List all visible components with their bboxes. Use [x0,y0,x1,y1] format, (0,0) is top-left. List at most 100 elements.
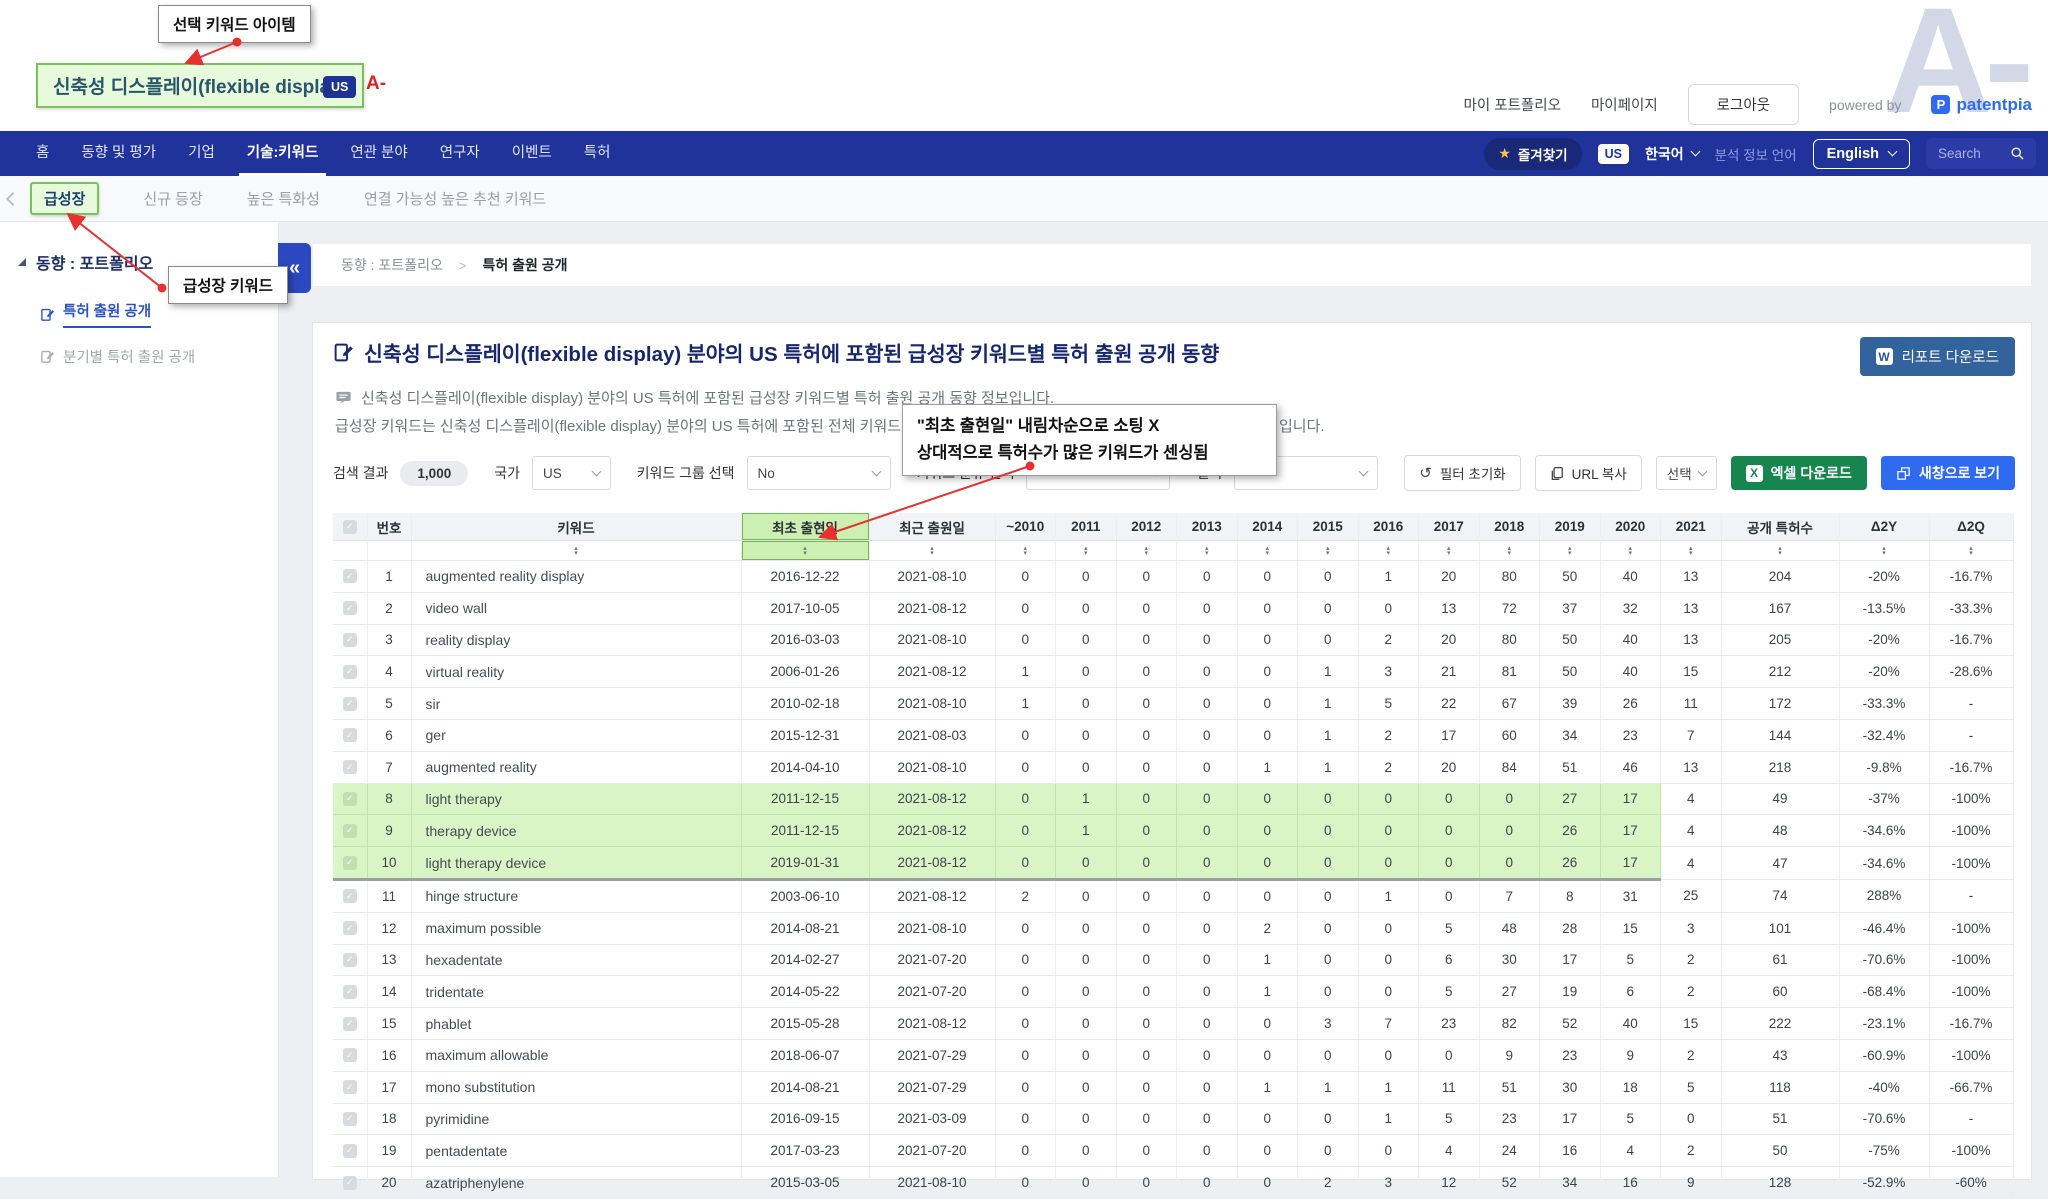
sort-control[interactable]: ▴▾ [1929,541,2013,561]
sidebar-item-quarterly-patent-publication[interactable]: 분기별 특허 출원 공개 [40,346,278,367]
column-header[interactable]: 2021 [1661,513,1722,541]
sort-control[interactable]: ▴▾ [1116,541,1177,561]
selected-keyword-box[interactable]: 신축성 디스플레이(flexible display) [36,63,364,108]
sort-arrows-icon[interactable]: ▴▾ [1419,546,1479,556]
search-input[interactable] [1936,145,2004,162]
checkbox-icon[interactable]: ✓ [343,520,357,534]
my-page-link[interactable]: 마이페이지 [1591,94,1658,115]
breadcrumb-parent[interactable]: 동향 : 포트폴리오 [341,255,443,275]
sort-control[interactable]: ▴▾ [1419,541,1480,561]
column-header[interactable]: 2013 [1177,513,1238,541]
column-header[interactable]: 2014 [1237,513,1298,541]
row-checkbox[interactable]: ✓ [343,633,357,647]
nav-item[interactable]: 기업 [172,131,231,176]
keyword-group-select[interactable]: No [747,456,891,490]
row-checkbox[interactable]: ✓ [343,1080,357,1094]
column-header[interactable]: 2017 [1419,513,1480,541]
sort-control[interactable]: ▴▾ [1661,541,1722,561]
sort-arrows-icon[interactable]: ▴▾ [1601,546,1661,556]
sort-arrows-icon[interactable]: ▴▾ [742,546,869,556]
row-checkbox[interactable]: ✓ [343,985,357,999]
sort-arrows-icon[interactable]: ▴▾ [1117,546,1177,556]
sort-control[interactable]: ▴▾ [1540,541,1601,561]
row-checkbox[interactable]: ✓ [343,601,357,615]
subnav-item[interactable]: 높은 특화성 [247,188,320,209]
sort-arrows-icon[interactable]: ▴▾ [1177,546,1237,556]
row-checkbox[interactable]: ✓ [343,569,357,583]
sort-control[interactable]: ▴▾ [411,541,741,561]
nav-item[interactable]: 특허 [568,131,627,176]
column-header[interactable]: 2020 [1600,513,1661,541]
nav-item[interactable]: 연구자 [424,131,496,176]
column-header[interactable]: 최초 출현일 [741,513,869,541]
sort-arrows-icon[interactable]: ▴▾ [1480,546,1540,556]
select-all-checkbox-header[interactable]: ✓ [333,513,367,541]
row-checkbox[interactable]: ✓ [343,1048,357,1062]
row-checkbox[interactable]: ✓ [343,697,357,711]
row-checkbox[interactable]: ✓ [343,1144,357,1158]
sort-control[interactable]: ▴▾ [1056,541,1117,561]
row-checkbox[interactable]: ✓ [343,792,357,806]
nav-item[interactable]: 기술:키워드 [231,131,335,176]
row-checkbox[interactable]: ✓ [343,824,357,838]
column-header[interactable]: 2018 [1479,513,1540,541]
favorites-button[interactable]: ★ 즐겨찾기 [1484,138,1581,170]
column-header[interactable]: 2012 [1116,513,1177,541]
sort-arrows-icon[interactable]: ▴▾ [412,546,741,556]
column-header[interactable]: 2011 [1056,513,1117,541]
sidebar-item-patent-publication[interactable]: 특허 출원 공개 [40,300,278,328]
sort-control[interactable]: ▴▾ [1237,541,1298,561]
logout-button[interactable]: 로그아웃 [1688,84,1799,125]
row-checkbox[interactable]: ✓ [343,1112,357,1126]
sort-control[interactable]: ▴▾ [1358,541,1419,561]
sort-arrows-icon[interactable]: ▴▾ [870,546,995,556]
sort-arrows-icon[interactable]: ▴▾ [1722,546,1839,556]
patentpia-logo[interactable]: P patentpia [1931,95,2032,115]
sort-arrows-icon[interactable]: ▴▾ [1359,546,1419,556]
sort-arrows-icon[interactable]: ▴▾ [1540,546,1600,556]
row-checkbox[interactable]: ✓ [343,953,357,967]
sort-arrows-icon[interactable]: ▴▾ [1056,546,1116,556]
column-header[interactable]: 최근 출원일 [869,513,995,541]
search-icon[interactable] [2010,146,2025,161]
row-checkbox[interactable]: ✓ [343,856,357,870]
row-checkbox[interactable]: ✓ [343,665,357,679]
analysis-language-dropdown[interactable]: English [1813,139,1910,169]
row-checkbox[interactable]: ✓ [343,889,357,903]
sort-control[interactable]: ▴▾ [1839,541,1929,561]
sort-arrows-icon[interactable]: ▴▾ [1298,546,1358,556]
sort-arrows-icon[interactable]: ▴▾ [1661,546,1721,556]
nav-item[interactable]: 이벤트 [496,131,568,176]
column-header[interactable]: Δ2Y [1839,513,1929,541]
row-checkbox[interactable]: ✓ [343,1017,357,1031]
nav-item[interactable]: 연관 분야 [334,131,423,176]
sort-control[interactable]: ▴▾ [1298,541,1359,561]
column-header[interactable]: ~2010 [995,513,1056,541]
sort-arrows-icon[interactable]: ▴▾ [1238,546,1298,556]
subnav-item[interactable]: 신규 등장 [143,188,202,209]
sort-control[interactable]: ▴▾ [1177,541,1238,561]
excel-download-button[interactable]: X 엑셀 다운로드 [1731,456,1867,490]
filter-reset-button[interactable]: ↺ 필터 초기화 [1404,455,1520,491]
sort-control[interactable]: ▴▾ [1600,541,1661,561]
column-header[interactable]: 번호 [367,513,411,541]
row-checkbox[interactable]: ✓ [343,728,357,742]
column-header[interactable]: 공개 특허수 [1721,513,1839,541]
country-select[interactable]: US [532,456,611,490]
row-checkbox[interactable]: ✓ [343,921,357,935]
select-dropdown[interactable]: 선택 [1656,456,1717,490]
column-header[interactable]: Δ2Q [1929,513,2013,541]
subnav-item[interactable]: 연결 가능성 높은 추천 키워드 [364,188,546,209]
column-header[interactable]: 2019 [1540,513,1601,541]
language-dropdown[interactable]: 한국어 [1645,144,1699,164]
report-download-button[interactable]: W 리포트 다운로드 [1860,337,2015,376]
column-header[interactable]: 키워드 [411,513,741,541]
open-new-window-button[interactable]: 새창으로 보기 [1881,456,2015,490]
sort-control[interactable]: ▴▾ [1479,541,1540,561]
sort-control[interactable]: ▴▾ [869,541,995,561]
sort-arrows-icon[interactable]: ▴▾ [1930,546,2013,556]
my-portfolio-link[interactable]: 마이 포트폴리오 [1464,94,1561,115]
search-box[interactable] [1926,138,2036,169]
row-checkbox[interactable]: ✓ [343,1176,357,1190]
nav-item[interactable]: 홈 [20,131,65,176]
